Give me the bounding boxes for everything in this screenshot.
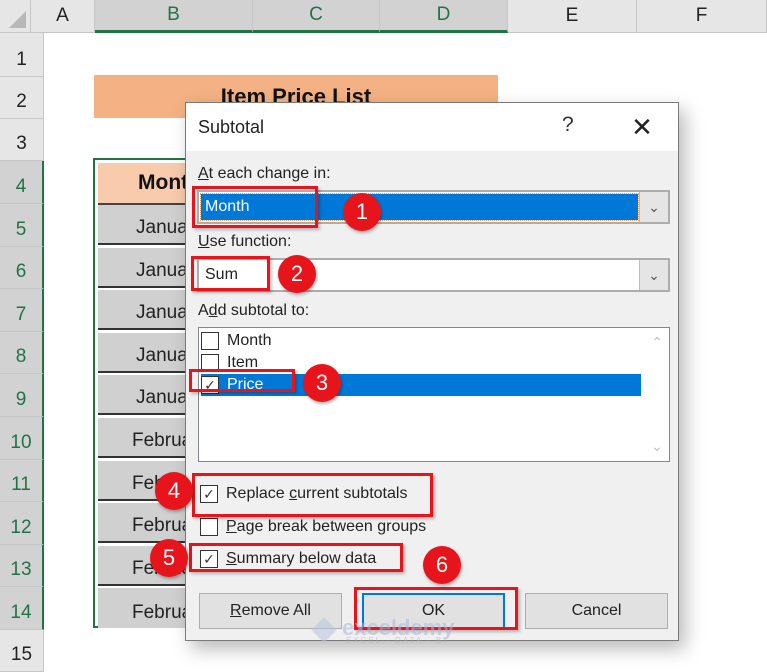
row-header-5[interactable]: 5 [0, 204, 44, 247]
page-break-label: Page break between groups [226, 518, 427, 535]
scroll-down-icon[interactable]: ⌄ [651, 438, 663, 455]
at-each-change-label: At each change in: [198, 165, 331, 182]
chevron-down-icon[interactable]: ⌄ [639, 260, 668, 290]
step-badge-2: 2 [278, 255, 316, 293]
row-header-15[interactable]: 15 [0, 630, 44, 672]
row-header-11[interactable]: 11 [0, 460, 44, 502]
step-badge-5: 5 [150, 539, 188, 577]
column-header-d[interactable]: D [380, 0, 508, 33]
row-header-4[interactable]: 4 [0, 161, 44, 204]
row-header-13[interactable]: 13 [0, 545, 44, 587]
close-icon[interactable]: ✕ [626, 111, 658, 143]
row-header-7[interactable]: 7 [0, 289, 44, 332]
step-badge-6: 6 [423, 546, 461, 584]
cancel-button[interactable]: Cancel [525, 593, 668, 629]
checkbox-month[interactable] [201, 332, 219, 350]
row-header-6[interactable]: 6 [0, 247, 44, 289]
step-badge-1: 1 [343, 193, 381, 231]
chevron-down-icon[interactable]: ⌄ [639, 192, 668, 222]
select-all-corner[interactable] [0, 0, 31, 33]
row-header-9[interactable]: 9 [0, 374, 44, 417]
use-function-label: Use function: [198, 233, 292, 250]
add-subtotal-listbox[interactable]: Month Item ✓ Price ⌃ ⌄ [198, 327, 670, 462]
row-header-2[interactable]: 2 [0, 77, 44, 119]
step-badge-3: 3 [303, 364, 341, 402]
row-header-14[interactable]: 14 [0, 587, 44, 630]
highlight-box-4 [192, 473, 433, 517]
dialog-title: Subtotal [198, 117, 265, 137]
column-header-c[interactable]: C [253, 0, 380, 33]
highlight-box-5 [189, 543, 403, 572]
page-break-checkbox[interactable]: Page break between groups [200, 518, 426, 536]
scroll-up-icon[interactable]: ⌃ [651, 334, 663, 351]
highlight-box-2 [191, 256, 270, 291]
watermark-tagline: EXCEL · DATA · BI [346, 636, 448, 645]
step-badge-4: 4 [155, 472, 193, 510]
watermark: exceldemy EXCEL · DATA · BI [311, 615, 455, 645]
column-header-b[interactable]: B [95, 0, 253, 33]
column-header-e[interactable]: E [508, 0, 637, 33]
column-header-f[interactable]: F [637, 0, 767, 33]
row-header-1[interactable]: 1 [0, 33, 44, 77]
list-item-month[interactable]: Month [201, 330, 641, 352]
column-header-a[interactable]: A [31, 0, 95, 33]
highlight-box-3 [189, 369, 295, 392]
help-icon[interactable]: ? [562, 113, 574, 137]
row-header-12[interactable]: 12 [0, 502, 44, 545]
row-header-8[interactable]: 8 [0, 332, 44, 374]
row-header-10[interactable]: 10 [0, 417, 44, 460]
dialog-title-bar[interactable]: Subtotal ? ✕ [186, 103, 678, 151]
row-header-3[interactable]: 3 [0, 119, 44, 161]
add-subtotal-label: Add subtotal to: [198, 302, 310, 319]
checkbox-page-break[interactable] [200, 518, 218, 536]
list-item-label: Month [227, 332, 272, 349]
exceldemy-logo-icon [311, 617, 337, 643]
highlight-box-1 [192, 186, 318, 228]
